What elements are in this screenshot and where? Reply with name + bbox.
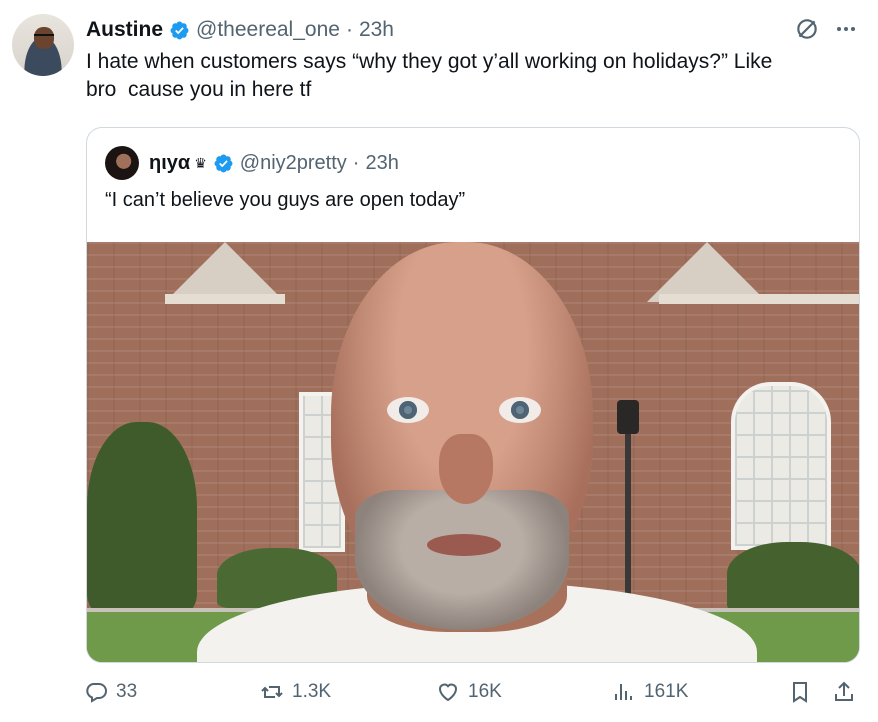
quoted-tweet-text: “I can’t believe you guys are open today… (105, 189, 466, 211)
quoted-tweet-image[interactable] (87, 242, 859, 662)
verified-badge-icon (214, 154, 233, 172)
man-nose (439, 434, 493, 504)
bookmark-icon (793, 682, 807, 703)
trim-right (659, 294, 859, 304)
tweet-time[interactable]: 23h (359, 18, 394, 42)
views-count: 161K (644, 681, 689, 702)
share-button[interactable] (832, 680, 856, 704)
bush-left (87, 422, 197, 612)
repost-icon (261, 686, 283, 698)
quoted-author-name: ηιуα (149, 151, 191, 174)
views-button[interactable]: 161K (612, 680, 688, 704)
reply-count: 33 (116, 681, 138, 702)
heart-icon (438, 683, 458, 702)
man-mouth (427, 534, 501, 556)
man-beard (355, 490, 569, 630)
lamp-post (625, 410, 631, 610)
like-button[interactable]: 16K (436, 680, 502, 704)
more-icon[interactable] (834, 17, 858, 41)
hedge-right (727, 542, 859, 612)
like-count: 16K (468, 681, 502, 702)
man-eye-left (387, 397, 429, 423)
crown-icon: ♛ (194, 154, 207, 171)
quoted-tweet-header: ηιуα ♛ @niy2pretty · 23h (105, 146, 399, 180)
author-name[interactable]: Austine (86, 18, 163, 42)
avatar-glasses (34, 34, 54, 39)
quoted-tweet[interactable]: ηιуα ♛ @niy2pretty · 23h “I can’t believ… (86, 127, 860, 663)
trim-left (165, 294, 285, 304)
grok-icon[interactable] (794, 16, 820, 42)
reply-icon (86, 683, 107, 703)
tweet-text: I hate when customers says “why they got… (86, 50, 773, 101)
views-icon (615, 684, 632, 700)
tweet-actions: 33 1.3K 16K 161K (84, 680, 864, 712)
separator-dot: · (345, 18, 353, 41)
tweet-header: Austine @theereal_one · 23h (86, 16, 858, 44)
repost-button[interactable]: 1.3K (260, 680, 331, 704)
header-icons (794, 16, 858, 42)
bookmark-button[interactable] (788, 680, 812, 704)
quoted-author-handle: @niy2pretty (239, 151, 347, 174)
author-handle[interactable]: @theereal_one (196, 18, 340, 42)
man-eye-right (499, 397, 541, 423)
author-avatar[interactable] (12, 14, 74, 76)
share-icon (835, 681, 853, 701)
quoted-author-avatar (105, 146, 139, 180)
repost-count: 1.3K (292, 681, 332, 702)
lamp-head (617, 400, 639, 434)
separator-dot: · (352, 151, 360, 174)
quoted-tweet-time: 23h (365, 151, 399, 174)
reply-button[interactable]: 33 (84, 680, 137, 704)
verified-badge-icon (170, 21, 189, 39)
window-right (731, 382, 831, 550)
